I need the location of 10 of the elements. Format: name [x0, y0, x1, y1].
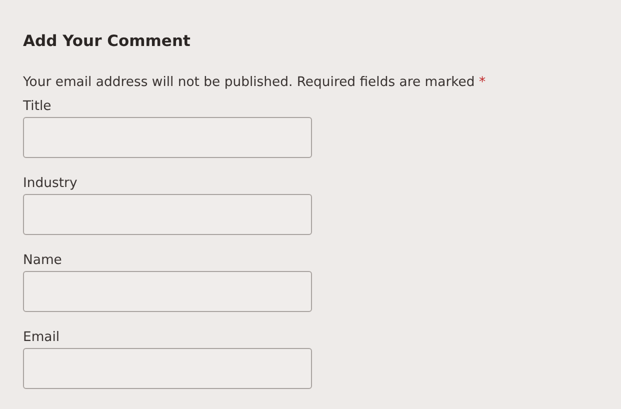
- input-field[interactable]: [23, 117, 312, 158]
- field-label: Name: [23, 252, 62, 270]
- input-field[interactable]: [23, 194, 312, 235]
- input-field[interactable]: [23, 348, 312, 389]
- field-label: Title: [23, 98, 52, 116]
- section-heading: Add Your Comment: [23, 31, 192, 51]
- input-field[interactable]: [23, 271, 312, 312]
- required-fields-notice: Your email address will not be published. Required fields are marked *: [23, 74, 487, 92]
- field-label: Industry: [23, 175, 78, 193]
- field-label: Email: [23, 329, 60, 347]
